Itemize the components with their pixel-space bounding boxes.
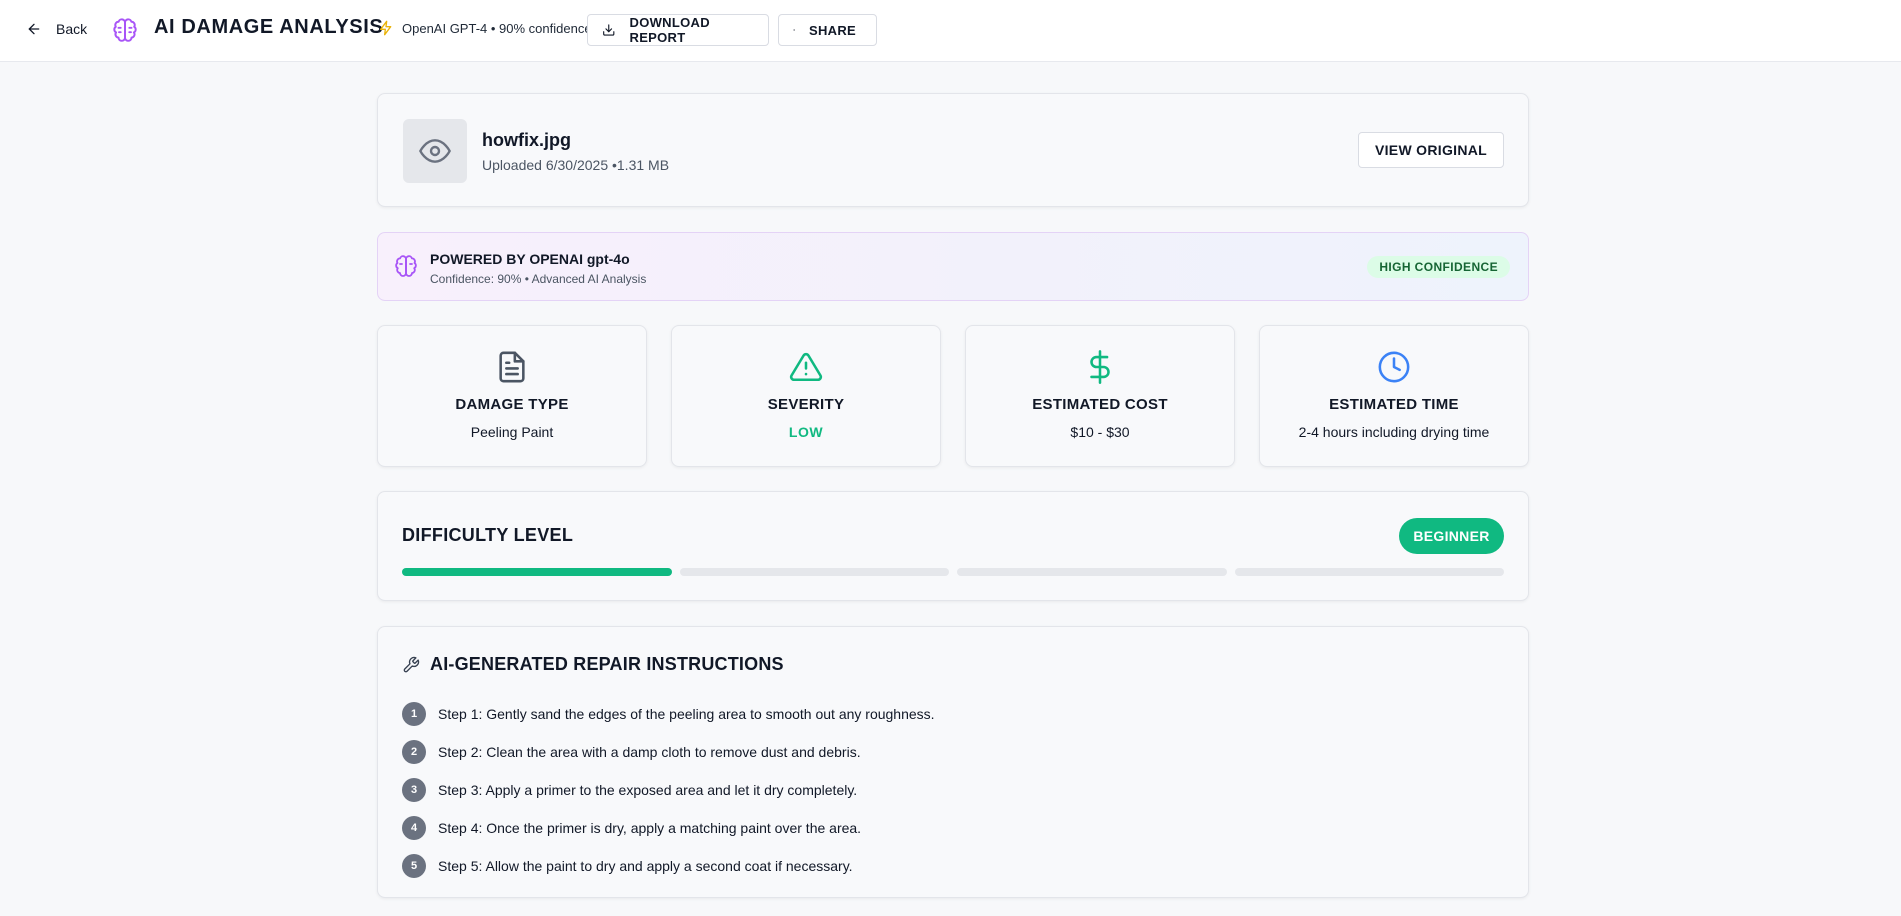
- eye-icon: [419, 139, 451, 163]
- difficulty-segment: [1234, 568, 1504, 576]
- lightning-icon: [380, 20, 392, 36]
- confidence-badge: HIGH CONFIDENCE: [1367, 256, 1510, 278]
- stat-label: ESTIMATED TIME: [1329, 396, 1459, 413]
- model-tag: OpenAI GPT-4 • 90% confidence: [378, 20, 592, 36]
- step-number-badge: 4: [402, 816, 426, 840]
- difficulty-badge: BEGINNER: [1399, 518, 1504, 554]
- instruction-step: 1 Step 1: Gently sand the edges of the pe…: [402, 695, 935, 733]
- instructions-header: AI-GENERATED REPAIR INSTRUCTIONS: [402, 654, 784, 675]
- damage-type-value: Peeling Paint: [470, 424, 554, 440]
- ai-powered-banner: POWERED BY OPENAI gpt-4o Confidence: 90%…: [377, 232, 1529, 301]
- step-number-badge: 1: [402, 702, 426, 726]
- download-report-label: DOWNLOAD REPORT: [629, 15, 710, 45]
- stat-label: ESTIMATED COST: [1032, 396, 1168, 413]
- severity-value: LOW: [788, 424, 824, 440]
- instruction-step: 3 Step 3: Apply a primer to the exposed a…: [402, 771, 935, 809]
- download-icon: [603, 24, 615, 36]
- difficulty-segment: [402, 568, 672, 576]
- step-text: Step 4: Once the primer is dry, apply a …: [438, 820, 862, 836]
- step-number-badge: 3: [402, 778, 426, 802]
- dollar-icon: [1090, 350, 1110, 384]
- difficulty-title: DIFFICULTY LEVEL: [402, 525, 574, 545]
- clock-icon: [1378, 351, 1410, 383]
- step-text: Step 1: Gently sand the edges of the pee…: [438, 706, 935, 722]
- page-title: AI DAMAGE ANALYSIS: [154, 16, 384, 38]
- difficulty-segment: [957, 568, 1227, 576]
- damage-type-card: DAMAGE TYPE Peeling Paint: [377, 325, 647, 467]
- step-text: Step 5: Allow the paint to dry and apply…: [438, 858, 853, 874]
- back-button[interactable]: Back: [26, 17, 87, 41]
- brain-icon: [113, 18, 137, 42]
- instruction-step: 4 Step 4: Once the primer is dry, apply a…: [402, 809, 935, 847]
- ai-banner-title: POWERED BY OPENAI gpt-4o: [430, 251, 630, 267]
- arrow-left-icon: [28, 23, 40, 35]
- download-report-button[interactable]: DOWNLOAD REPORT: [587, 14, 769, 46]
- estimated-time-value: 2-4 hours including drying time: [1298, 424, 1490, 440]
- file-card: howfix.jpg Uploaded 6/30/2025 •1.31 MB V…: [377, 93, 1529, 207]
- difficulty-meter: [402, 568, 1504, 576]
- step-number-badge: 2: [402, 740, 426, 764]
- view-original-button[interactable]: VIEW ORIGINAL: [1358, 132, 1504, 168]
- instruction-step: 2 Step 2: Clean the area with a damp clot…: [402, 733, 935, 771]
- instruction-step: 5 Step 5: Allow the paint to dry and appl…: [402, 847, 935, 885]
- top-bar: Back AI DAMAGE ANALYSIS OpenAI GPT-4 • 9…: [0, 0, 1901, 62]
- difficulty-card: DIFFICULTY LEVEL BEGINNER: [377, 491, 1529, 601]
- brain-icon: [395, 255, 417, 277]
- steps-list: 1 Step 1: Gently sand the edges of the pe…: [402, 695, 935, 885]
- document-icon: [499, 351, 525, 383]
- estimated-cost-value: $10 - $30: [1070, 424, 1130, 440]
- repair-instructions-card: AI-GENERATED REPAIR INSTRUCTIONS 1 Step 1…: [377, 626, 1529, 898]
- share-label: SHARE: [808, 22, 856, 38]
- warning-icon: [789, 352, 823, 382]
- image-thumbnail[interactable]: [403, 119, 467, 183]
- back-label: Back: [56, 21, 88, 37]
- step-text: Step 2: Clean the area with a damp cloth…: [438, 744, 861, 760]
- step-text: Step 3: Apply a primer to the exposed ar…: [438, 782, 858, 798]
- instructions-title: AI-GENERATED REPAIR INSTRUCTIONS: [430, 654, 784, 674]
- step-number-badge: 5: [402, 854, 426, 878]
- wrench-icon: [403, 656, 420, 672]
- ai-banner-subtitle: Confidence: 90% • Advanced AI Analysis: [430, 272, 647, 286]
- estimated-cost-card: ESTIMATED COST $10 - $30: [965, 325, 1235, 467]
- severity-card: SEVERITY LOW: [671, 325, 941, 467]
- model-tag-label: OpenAI GPT-4 • 90% confidence: [402, 20, 592, 36]
- file-meta: Uploaded 6/30/2025 •1.31 MB: [482, 157, 670, 173]
- stat-label: SEVERITY: [767, 396, 845, 413]
- stat-label: DAMAGE TYPE: [455, 396, 569, 413]
- share-icon: [793, 29, 795, 31]
- share-button[interactable]: SHARE: [778, 14, 877, 46]
- estimated-time-card: ESTIMATED TIME 2-4 hours including dryin…: [1259, 325, 1529, 467]
- file-name: howfix.jpg: [482, 130, 571, 150]
- difficulty-segment: [679, 568, 949, 576]
